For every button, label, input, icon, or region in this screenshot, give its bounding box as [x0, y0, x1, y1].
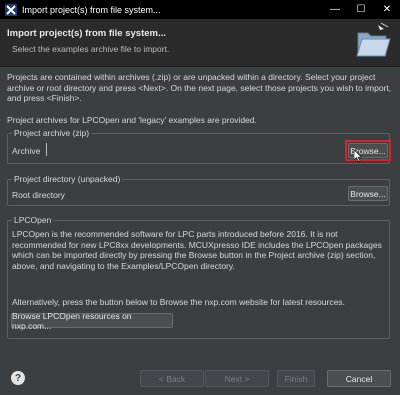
directory-browse-button[interactable]: Browse...: [348, 186, 388, 201]
intro-note: Project archives for LPCOpen and 'legacy…: [7, 115, 257, 125]
minimize-button[interactable]: —: [322, 0, 348, 19]
lpcopen-alternative: Alternatively, press the button below to…: [12, 297, 345, 307]
lpcopen-description: LPCOpen is the recommended software for …: [12, 229, 382, 271]
archive-group: Project archive (zip) Archive Browse...: [7, 128, 391, 164]
mcuxpresso-x-icon: [5, 3, 17, 16]
browse-highlight-box: [345, 140, 391, 161]
window-titlebar: Import project(s) from file system... — …: [0, 0, 400, 19]
wizard-banner: Import project(s) from file system... Se…: [0, 19, 400, 67]
back-button[interactable]: < Back: [140, 370, 204, 387]
next-button[interactable]: Next >: [205, 370, 269, 387]
archive-group-title: Project archive (zip): [12, 128, 92, 138]
archive-input[interactable]: [46, 143, 344, 156]
window-title: Import project(s) from file system...: [22, 4, 161, 15]
close-button[interactable]: ✕: [374, 0, 400, 19]
lpcopen-group-title: LPCOpen: [12, 215, 54, 225]
directory-group-title: Project directory (unpacked): [12, 174, 123, 184]
maximize-button[interactable]: ☐: [348, 0, 374, 19]
help-icon[interactable]: ?: [11, 371, 25, 385]
open-folder-icon: [356, 22, 391, 57]
intro-text: Projects are contained within archives (…: [7, 72, 392, 103]
wizard-title: Import project(s) from file system...: [7, 28, 166, 39]
root-directory-label: Root directory: [12, 190, 65, 200]
archive-label: Archive: [12, 146, 41, 156]
directory-group: Project directory (unpacked) Root direct…: [7, 174, 390, 206]
root-directory-input[interactable]: [76, 187, 344, 200]
browse-lpcopen-button[interactable]: Browse LPCOpen resources on nxp.com...: [11, 311, 173, 331]
cancel-button[interactable]: Cancel: [327, 370, 391, 387]
mouse-cursor-icon: [354, 150, 362, 162]
finish-button[interactable]: Finish: [277, 370, 315, 387]
lpcopen-group: LPCOpen LPCOpen is the recommended softw…: [7, 215, 390, 339]
wizard-subtitle: Select the examples archive file to impo…: [12, 44, 170, 54]
